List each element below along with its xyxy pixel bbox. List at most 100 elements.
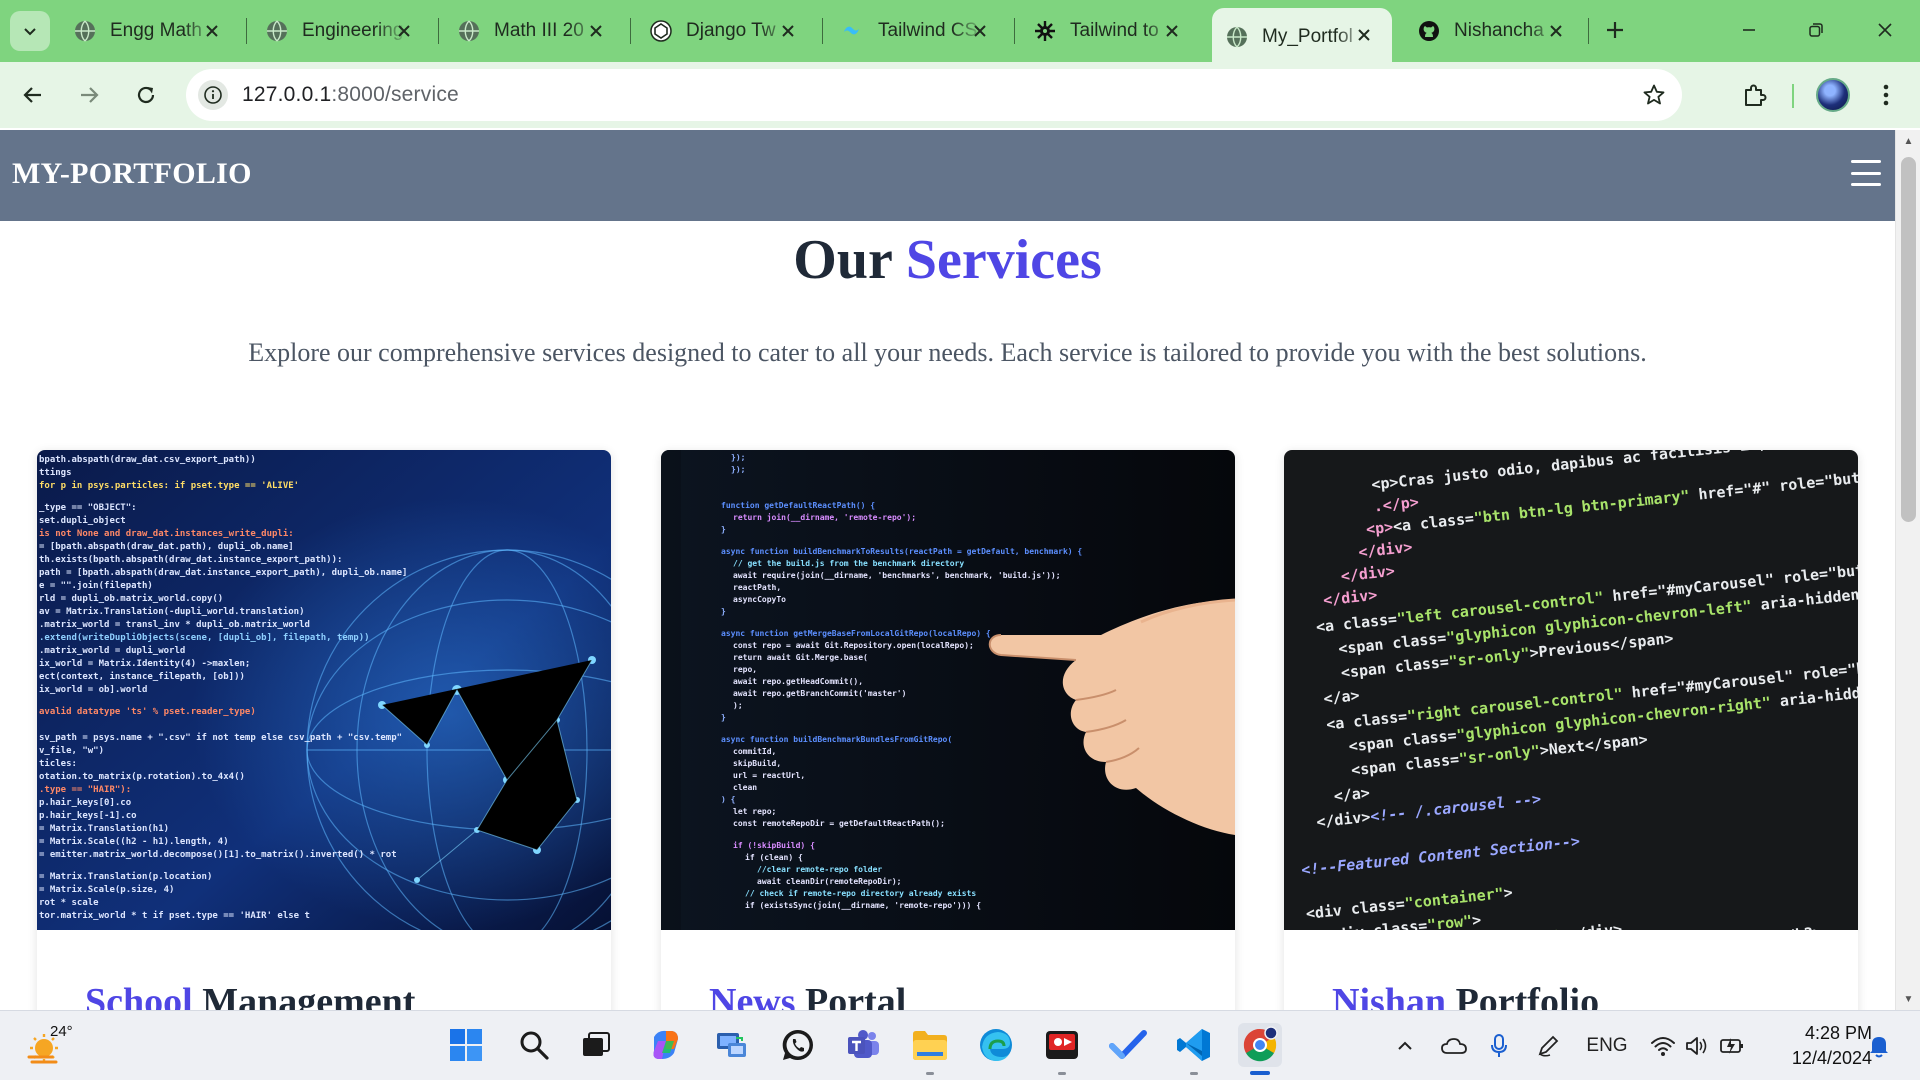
- close-icon[interactable]: [586, 21, 606, 41]
- address-bar[interactable]: 127.0.0.1:8000/service: [186, 69, 1682, 121]
- tab-search-button[interactable]: [10, 11, 50, 51]
- close-window-button[interactable]: [1862, 13, 1908, 47]
- new-tab-button[interactable]: [1598, 13, 1632, 47]
- site-info-button[interactable]: [198, 80, 228, 110]
- close-icon[interactable]: [394, 21, 414, 41]
- python-code-globe-image: bpath.abspath(draw_dat.csv_export_path))…: [37, 450, 611, 930]
- svg-text:rot * scale: rot * scale: [39, 898, 99, 908]
- site-brand-logo[interactable]: MY-PORTFOLIO: [12, 157, 252, 191]
- service-card-nishan-portfolio[interactable]: <p>Cras justo odio, dapibus ac facilisis…: [1284, 450, 1858, 1010]
- svg-text:ticles:: ticles:: [39, 758, 77, 769]
- scroll-down-arrow-icon[interactable]: ▼: [1896, 988, 1920, 1010]
- svg-text:tor.matrix_world * t if pset.t: tor.matrix_world * t if pset.type == 'HA…: [39, 910, 310, 921]
- profile-avatar[interactable]: [1816, 78, 1850, 112]
- service-card-news-portal[interactable]: }); }); function getDefaultReactPath() {…: [661, 450, 1235, 1010]
- screen-recorder-app[interactable]: [1040, 1023, 1084, 1075]
- tab-label: Engineering: [302, 20, 404, 41]
- page-scrollbar[interactable]: ▲ ▼: [1895, 130, 1920, 1010]
- wifi-tray[interactable]: [1648, 1031, 1678, 1061]
- chevron-down-icon: [24, 28, 36, 36]
- tab-github[interactable]: Nishancha: [1404, 12, 1584, 50]
- svg-text:e = "".join(filepath): e = "".join(filepath): [39, 580, 153, 591]
- svg-text:ect(context, instance_filepath: ect(context, instance_filepath, [ob])): [39, 671, 245, 682]
- svg-text:// get the build.js from the b: // get the build.js from the benchmark d…: [733, 558, 964, 568]
- service-card-title[interactable]: News Portal: [709, 980, 906, 1010]
- start-button[interactable]: [444, 1023, 488, 1067]
- svg-text:= Matrix.Scale(p.size, 4): = Matrix.Scale(p.size, 4): [39, 884, 174, 895]
- tab-tailwind-to[interactable]: Tailwind to: [1020, 12, 1200, 50]
- microphone-tray[interactable]: [1486, 1031, 1512, 1061]
- tab-engg-math[interactable]: Engg Math: [60, 12, 240, 50]
- close-icon[interactable]: [202, 21, 222, 41]
- show-hidden-icons-button[interactable]: [1392, 1031, 1418, 1061]
- copilot-button[interactable]: [644, 1023, 688, 1067]
- tab-django[interactable]: Django Tw: [636, 12, 816, 50]
- url-text[interactable]: 127.0.0.1:8000/service: [242, 83, 459, 107]
- tab-tailwind-css[interactable]: Tailwind CS: [828, 12, 1008, 50]
- edge-app[interactable]: [974, 1023, 1018, 1067]
- service-card-title[interactable]: Nishan Portfolio: [1332, 980, 1599, 1010]
- chevron-up-icon: [1398, 1041, 1412, 1050]
- star-icon: [1643, 84, 1665, 105]
- chrome-app[interactable]: [1238, 1023, 1282, 1075]
- svg-text:is not None and draw_dat.insta: is not None and draw_dat.instances_write…: [39, 528, 294, 539]
- weather-widget[interactable]: 24°: [26, 1022, 76, 1070]
- remote-desktop-app[interactable]: [710, 1023, 754, 1067]
- service-card-title[interactable]: School Management: [85, 980, 415, 1010]
- svg-text:.matrix_world = dupli_world: .matrix_world = dupli_world: [39, 645, 185, 656]
- page-viewport: MY-PORTFOLIO Our Services Explore our co…: [0, 130, 1920, 1010]
- edge-icon: [980, 1029, 1012, 1061]
- task-view-button[interactable]: [574, 1023, 618, 1067]
- scroll-up-arrow-icon[interactable]: ▲: [1896, 130, 1920, 152]
- vscode-app[interactable]: [1172, 1023, 1216, 1075]
- extensions-button[interactable]: [1737, 77, 1773, 113]
- tab-math-iii[interactable]: Math III 20: [444, 12, 624, 50]
- close-icon: [1878, 23, 1892, 37]
- restore-icon: [1809, 23, 1823, 37]
- battery-tray[interactable]: [1716, 1031, 1748, 1061]
- card-title-rest: Portal: [795, 981, 907, 1010]
- svg-text:.type == "HAIR"):: .type == "HAIR"):: [39, 785, 131, 795]
- forward-button[interactable]: [70, 76, 108, 114]
- browser-menu-button[interactable]: [1868, 77, 1904, 113]
- battery-charging-icon: [1720, 1038, 1743, 1054]
- volume-tray[interactable]: [1682, 1031, 1712, 1061]
- card-title-rest: Portfolio: [1446, 981, 1600, 1010]
- file-explorer-app[interactable]: [908, 1023, 952, 1075]
- arrow-right-icon: [81, 87, 99, 103]
- whatsapp-app[interactable]: [776, 1023, 820, 1067]
- close-icon[interactable]: [778, 21, 798, 41]
- language-indicator[interactable]: ENG: [1582, 1031, 1632, 1061]
- service-card-school-management[interactable]: bpath.abspath(draw_dat.csv_export_path))…: [37, 450, 611, 1010]
- tab-engineering[interactable]: Engineering: [252, 12, 432, 50]
- taskbar-search-button[interactable]: [512, 1023, 556, 1067]
- url-host: 127.0.0.1: [242, 83, 332, 106]
- microphone-icon: [1491, 1034, 1507, 1057]
- notifications-button[interactable]: [1862, 1031, 1896, 1061]
- restore-button[interactable]: [1793, 13, 1839, 47]
- pen-tray[interactable]: [1534, 1031, 1562, 1061]
- close-icon[interactable]: [1546, 21, 1566, 41]
- minimize-button[interactable]: [1726, 13, 1772, 47]
- reload-button[interactable]: [127, 76, 165, 114]
- bookmark-star-button[interactable]: [1640, 81, 1668, 109]
- whatsapp-icon: [782, 1029, 813, 1061]
- card-title-accent: News: [709, 981, 796, 1010]
- svg-text:= Matrix.Translation(p.locatio: = Matrix.Translation(p.location): [39, 871, 212, 882]
- globe-icon: [1226, 26, 1248, 48]
- close-icon[interactable]: [970, 21, 990, 41]
- hamburger-menu-icon[interactable]: [1851, 160, 1881, 186]
- hand-pointing-at-code-image: }); }); function getDefaultReactPath() {…: [661, 450, 1235, 930]
- onedrive-tray[interactable]: [1438, 1031, 1470, 1061]
- svg-text:url = reactUrl,: url = reactUrl,: [733, 771, 805, 780]
- scroll-thumb[interactable]: [1901, 157, 1916, 522]
- taskbar-clock[interactable]: 4:28 PM 12/4/2024: [1768, 1021, 1872, 1071]
- wifi-icon: [1651, 1037, 1675, 1056]
- teams-app[interactable]: [842, 1023, 886, 1067]
- tab-my-portfolio[interactable]: My_Portfol: [1212, 8, 1392, 62]
- todo-app[interactable]: [1106, 1023, 1150, 1067]
- back-button[interactable]: [14, 76, 52, 114]
- svg-text:p.hair_keys[-1].co: p.hair_keys[-1].co: [39, 810, 137, 821]
- close-icon[interactable]: [1354, 25, 1374, 45]
- close-icon[interactable]: [1162, 21, 1182, 41]
